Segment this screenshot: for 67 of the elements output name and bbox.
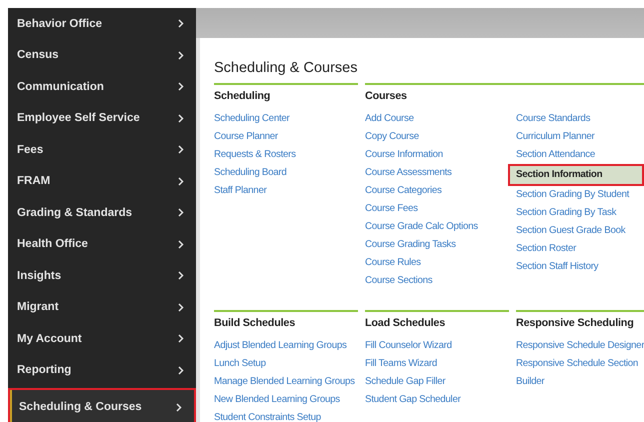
- sidebar-item[interactable]: Insights: [8, 260, 196, 292]
- chevron-right-icon: [176, 402, 182, 412]
- menu-link[interactable]: Course Grading Tasks: [365, 236, 509, 254]
- menu-link[interactable]: Section Grading By Task: [516, 204, 644, 222]
- menu-link[interactable]: Section Roster: [516, 240, 644, 258]
- menu-link[interactable]: Requests & Rosters: [214, 146, 358, 164]
- chevron-right-icon: [178, 334, 184, 344]
- menu-link[interactable]: Schedule Gap Filler: [365, 373, 509, 391]
- menu-link[interactable]: Course Grade Calc Options: [365, 218, 509, 236]
- menu-link[interactable]: Course Planner: [214, 128, 358, 146]
- menu-link[interactable]: Staff Planner: [214, 182, 358, 200]
- chevron-right-icon: [178, 145, 184, 154]
- menu-link[interactable]: Course Rules: [365, 254, 509, 272]
- sidebar-item[interactable]: Census: [8, 40, 196, 71]
- menu-link[interactable]: Scheduling Board: [214, 164, 358, 182]
- chevron-right-icon: [178, 302, 184, 312]
- menu-link[interactable]: Fill Counselor Wizard: [365, 337, 509, 355]
- sidebar-item[interactable]: Communication: [8, 71, 196, 102]
- sidebar-item[interactable]: Scheduling & Courses: [8, 388, 196, 422]
- menu-link[interactable]: Course Fees: [365, 200, 509, 218]
- menu-link[interactable]: Course Categories: [365, 182, 509, 200]
- menu-link[interactable]: Fill Teams Wizard: [365, 355, 509, 373]
- menu-link[interactable]: Student Gap Scheduler: [365, 391, 509, 409]
- menu-link[interactable]: Section Attendance: [516, 146, 644, 164]
- section-heading: Courses: [365, 89, 408, 103]
- chevron-right-icon: [178, 82, 184, 92]
- menu-link[interactable]: Scheduling Center: [214, 110, 358, 128]
- chevron-right-icon: [178, 208, 184, 218]
- menu-link[interactable]: Course Standards: [516, 110, 644, 128]
- menu-link[interactable]: Course Sections: [365, 272, 509, 290]
- sidebar-item[interactable]: Behavior Office: [8, 8, 196, 40]
- sidebar-item[interactable]: FRAM: [8, 166, 196, 197]
- menu-link[interactable]: Adjust Blended Learning Groups: [214, 337, 358, 355]
- menu-link[interactable]: Responsive Schedule Designer: [516, 337, 644, 355]
- sidebar-item[interactable]: Grading & Standards: [8, 197, 196, 228]
- sidebar-item[interactable]: My Account: [8, 323, 196, 354]
- menu-link[interactable]: Section Guest Grade Book: [516, 222, 644, 240]
- sidebar-item[interactable]: Migrant: [8, 292, 196, 323]
- section-heading: Build Schedules: [214, 316, 296, 330]
- section-heading: Responsive Scheduling: [516, 316, 635, 330]
- menu-link[interactable]: Section Information: [508, 164, 644, 186]
- menu-link[interactable]: New Blended Learning Groups: [214, 391, 358, 409]
- menu-link[interactable]: Add Course: [365, 110, 509, 128]
- chevron-right-icon: [178, 176, 184, 186]
- menu-link[interactable]: Student Constraints Setup: [214, 409, 358, 422]
- menu-link[interactable]: Section Staff History: [516, 258, 644, 276]
- menu-link[interactable]: Lunch Setup: [214, 355, 358, 373]
- chevron-right-icon: [178, 240, 184, 249]
- menu-link[interactable]: Responsive Schedule Section Builder: [516, 355, 644, 391]
- menu-link[interactable]: Section Grading By Student: [516, 186, 644, 204]
- menu-link[interactable]: Copy Course: [365, 128, 509, 146]
- chevron-right-icon: [178, 366, 184, 375]
- sidebar-item[interactable]: Health Office: [8, 228, 196, 260]
- menu-link[interactable]: Curriculum Planner: [516, 128, 644, 146]
- menu-link[interactable]: Course Information: [365, 146, 509, 164]
- menu-link[interactable]: Manage Blended Learning Groups: [214, 373, 358, 391]
- sidebar-item[interactable]: Employee Self Service: [8, 102, 196, 134]
- sidebar-item[interactable]: Fees: [8, 134, 196, 166]
- section-heading: Scheduling: [214, 89, 272, 103]
- sidebar-item[interactable]: Reporting: [8, 354, 196, 386]
- chevron-right-icon: [178, 114, 184, 123]
- chevron-right-icon: [178, 50, 184, 60]
- chevron-right-icon: [178, 19, 184, 28]
- menu-link[interactable]: Course Assessments: [365, 164, 509, 182]
- page-title: Scheduling & Courses: [214, 60, 358, 76]
- chevron-right-icon: [178, 271, 184, 280]
- section-heading: Load Schedules: [365, 316, 446, 330]
